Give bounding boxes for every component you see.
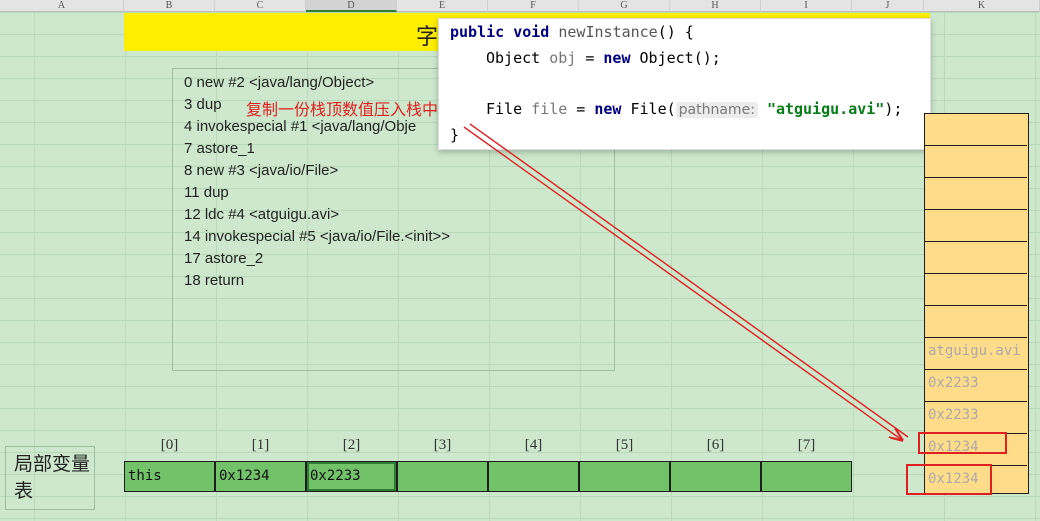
lvt-index: [4] bbox=[524, 437, 543, 453]
bytecode-line: 8 new #3 <java/io/File> bbox=[184, 162, 339, 179]
lvt-cell[interactable] bbox=[761, 461, 852, 492]
bytecode-line: 18 return bbox=[184, 272, 245, 289]
column-header-b[interactable]: B bbox=[124, 0, 215, 12]
lvt-cell[interactable] bbox=[488, 461, 579, 492]
highlight-box bbox=[918, 432, 1007, 454]
code-line-4: } bbox=[450, 126, 460, 144]
lvt-index: [2] bbox=[342, 437, 361, 453]
bytecode-line: 11 dup bbox=[184, 184, 229, 201]
lvt-cell[interactable] bbox=[670, 461, 761, 492]
column-header-a[interactable]: A bbox=[0, 0, 124, 12]
code-line-2: Object obj = new Object(); bbox=[486, 49, 721, 67]
code-text: () { bbox=[657, 23, 694, 41]
column-header-i[interactable]: I bbox=[761, 0, 852, 12]
stack-slot[interactable] bbox=[925, 274, 1027, 306]
bytecode-line: 12 ldc #4 <atguigu.avi> bbox=[184, 206, 340, 223]
code-line-1: public void newInstance() { bbox=[450, 23, 694, 41]
bytecode-line: 7 astore_1 bbox=[184, 140, 255, 157]
keyword: new bbox=[603, 49, 631, 67]
lvt-cell[interactable] bbox=[397, 461, 488, 492]
code-text: Object(); bbox=[630, 49, 721, 67]
bytecode-line: 0 new #2 <java/lang/Object> bbox=[184, 74, 375, 91]
column-header-c[interactable]: C bbox=[215, 0, 306, 12]
bytecode-line: 3 dup bbox=[184, 96, 222, 113]
local-variable-table-label: 局部变量表 bbox=[5, 446, 95, 510]
column-header-j[interactable]: J bbox=[852, 0, 924, 12]
column-header-e[interactable]: E bbox=[397, 0, 488, 12]
stack-slot[interactable] bbox=[925, 178, 1027, 210]
stack-slot[interactable] bbox=[925, 210, 1027, 242]
code-text: ); bbox=[884, 100, 903, 118]
lvt-index: [5] bbox=[615, 437, 634, 453]
string-literal: "atguigu.avi" bbox=[766, 100, 885, 118]
variable-name: file bbox=[531, 100, 568, 118]
bytecode-line: 14 invokespecial #5 <java/io/File.<init>… bbox=[184, 228, 451, 245]
column-header-row: A B C D E F G H I J K bbox=[0, 0, 1040, 12]
column-header-h[interactable]: H bbox=[670, 0, 761, 12]
column-header-g[interactable]: G bbox=[579, 0, 670, 12]
type-name: File bbox=[486, 100, 523, 118]
stack-slot[interactable] bbox=[925, 242, 1027, 274]
lvt-index: [3] bbox=[433, 437, 452, 453]
method-name: newInstance bbox=[558, 23, 658, 41]
keyword: new bbox=[594, 100, 622, 118]
stack-slot[interactable] bbox=[925, 146, 1027, 178]
lvt-index: [6] bbox=[706, 437, 725, 453]
column-header-k[interactable]: K bbox=[924, 0, 1040, 12]
bytecode-line: 4 invokespecial #1 <java/lang/Obje bbox=[184, 118, 417, 135]
lvt-cell[interactable]: 0x1234 bbox=[215, 461, 306, 492]
column-header-f[interactable]: F bbox=[488, 0, 579, 12]
column-header-d[interactable]: D bbox=[306, 0, 397, 12]
stack-value: 0x2233 bbox=[928, 407, 979, 423]
lvt-index: [1] bbox=[251, 437, 270, 453]
variable-name: obj bbox=[549, 49, 577, 67]
lvt-index: [0] bbox=[160, 437, 179, 453]
type-name: Object bbox=[486, 49, 541, 67]
lvt-index: [7] bbox=[797, 437, 816, 453]
lvt-cell-selected[interactable]: 0x2233 bbox=[306, 461, 397, 492]
code-text: = bbox=[567, 100, 595, 118]
code-line-3: File file = new File(pathname: "atguigu.… bbox=[486, 100, 902, 118]
code-text: = bbox=[576, 49, 604, 67]
dup-annotation: 复制一份栈顶数值压入栈中 bbox=[246, 100, 439, 119]
page-title: 字 bbox=[416, 25, 439, 50]
stack-slot[interactable] bbox=[925, 306, 1027, 338]
keyword: void bbox=[513, 23, 550, 41]
bytecode-line: 17 astore_2 bbox=[184, 250, 264, 267]
stack-value: atguigu.avi bbox=[928, 343, 1021, 359]
keyword: public bbox=[450, 23, 505, 41]
lvt-cell[interactable] bbox=[579, 461, 670, 492]
stack-slot[interactable] bbox=[925, 114, 1027, 146]
lvt-cell[interactable]: this bbox=[124, 461, 215, 492]
code-text: File( bbox=[621, 100, 676, 118]
highlight-box bbox=[906, 464, 992, 495]
code-popup: public void newInstance() { Object obj =… bbox=[438, 18, 931, 150]
parameter-hint: pathname: bbox=[675, 102, 758, 118]
stack-value: 0x2233 bbox=[928, 375, 979, 391]
